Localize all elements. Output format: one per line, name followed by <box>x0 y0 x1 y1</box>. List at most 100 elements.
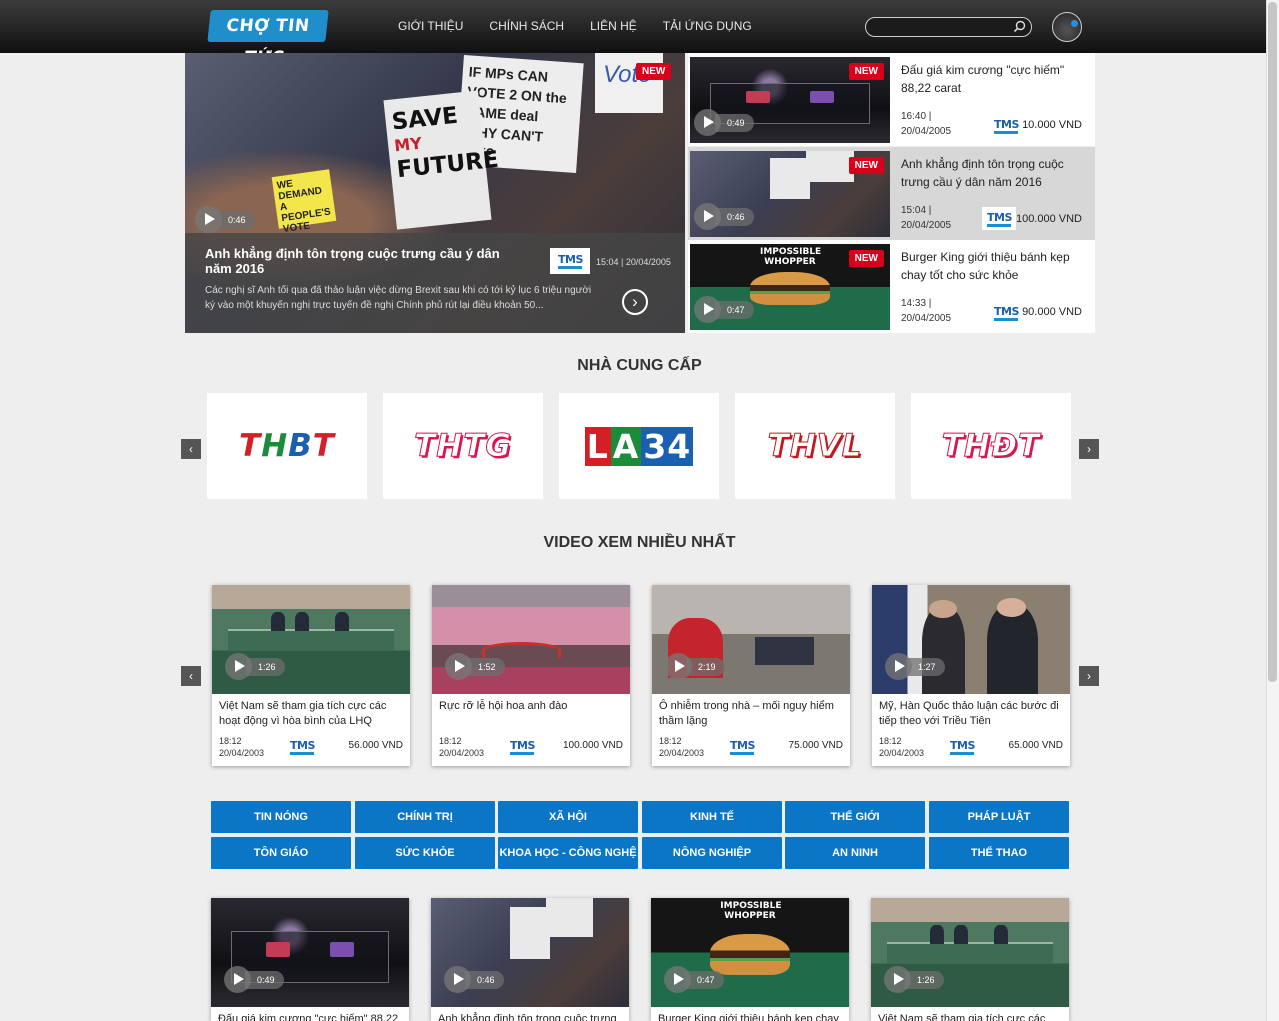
video-title: Việt Nam sẽ tham gia tích cực các hoạt đ… <box>219 700 387 727</box>
play-button[interactable]: 0:46 <box>195 206 255 233</box>
provider-logo-box: TMS <box>550 248 590 274</box>
video-thumbnail: NEW 0:46 <box>690 151 890 237</box>
news-price: 10.000 VND <box>1022 119 1082 131</box>
category-society[interactable]: XÃ HỘI <box>498 801 638 833</box>
provider-card-thbt[interactable]: THBT <box>207 393 367 499</box>
video-card[interactable]: IMPOSSIBLE WHOPPER 0:47 Burger King giới… <box>651 898 849 1021</box>
video-card[interactable]: 0:49 Đấu giá kim cương "cực hiếm" 88,22 … <box>211 898 409 1021</box>
category-sports[interactable]: THỂ THAO <box>929 837 1069 869</box>
hero-meta: 15:04 | 20/04/2005 <box>596 257 671 267</box>
category-politics[interactable]: CHÍNH TRỊ <box>355 801 495 833</box>
category-world[interactable]: THẾ GIỚI <box>785 801 925 833</box>
hero-featured-video[interactable]: WE DEMAND A PEOPLE'S VOTE IF MPs CAN VOT… <box>185 53 685 333</box>
play-icon <box>694 109 721 136</box>
video-thumbnail: 0:46 <box>431 898 629 1007</box>
video-card[interactable]: 1:52 Rực rỡ lễ hội hoa anh đào 18:12 20/0… <box>432 585 630 766</box>
play-button[interactable]: 1:52 <box>445 653 505 680</box>
category-security[interactable]: AN NINH <box>785 837 925 869</box>
video-card[interactable]: 0:46 Anh khẳng định tôn trọng cuộc trưng… <box>431 898 629 1021</box>
video-title: Anh khẳng định tôn trọng cuộc trưng cầu … <box>438 1013 617 1021</box>
play-button[interactable]: 0:46 <box>444 966 504 993</box>
search-input[interactable] <box>866 19 1006 37</box>
category-economy[interactable]: KINH TẾ <box>642 801 782 833</box>
side-news-item[interactable]: NEW 0:49 Đấu giá kim cương "cực hiếm" 88… <box>688 53 1095 146</box>
video-date: 18:12 20/04/2003 <box>219 736 265 758</box>
category-science-tech[interactable]: KHOA HỌC - CÔNG NGHỆ <box>498 837 638 869</box>
new-badge: NEW <box>848 63 884 80</box>
chevron-right-icon[interactable]: › <box>622 289 648 315</box>
user-avatar[interactable] <box>1052 12 1082 42</box>
category-law[interactable]: PHÁP LUẬT <box>929 801 1069 833</box>
play-button[interactable]: 1:26 <box>225 653 285 680</box>
video-card[interactable]: 1:26 Việt Nam sẽ tham gia tích cực các h… <box>212 585 410 766</box>
play-button[interactable]: 2:19 <box>665 653 725 680</box>
nav-download-app[interactable]: TẢI ỨNG DỤNG <box>650 0 765 53</box>
category-hot-news[interactable]: TIN NÓNG <box>211 801 351 833</box>
video-thumbnail: 1:26 <box>871 898 1069 1007</box>
video-card[interactable]: 1:27 Mỹ, Hàn Quốc thảo luận các bước đi … <box>872 585 1070 766</box>
video-card[interactable]: 1:26 Việt Nam sẽ tham gia tích cực các h… <box>871 898 1069 1021</box>
nav-about[interactable]: GIỚI THIỆU <box>385 0 476 53</box>
new-badge: NEW <box>848 157 884 174</box>
thumbnail-caption: IMPOSSIBLE WHOPPER <box>720 901 782 922</box>
play-button[interactable]: 0:49 <box>224 966 284 993</box>
thvl-logo: THVL <box>767 428 863 465</box>
tms-logo-icon: TMS <box>987 211 1012 227</box>
video-price: 65.000 VND <box>1008 740 1063 751</box>
category-agriculture[interactable]: NÔNG NGHIỆP <box>642 837 782 869</box>
provider-card-thdt[interactable]: THĐT <box>911 393 1071 499</box>
nav-contact[interactable]: LIÊN HỆ <box>577 0 650 53</box>
category-religion[interactable]: TÔN GIÁO <box>211 837 351 869</box>
video-price: 56.000 VND <box>348 740 403 751</box>
news-title: Đấu giá kim cương "cực hiếm" 88,22 carat <box>901 63 1065 95</box>
video-thumbnail: 1:27 <box>872 585 1070 694</box>
news-date: 14:33 | 20/04/2005 <box>901 298 952 324</box>
video-price: 100.000 VND <box>562 740 623 751</box>
tms-logo-icon: TMS <box>510 739 535 755</box>
play-icon <box>445 653 472 680</box>
video-date: 18:12 20/04/2003 <box>879 736 925 758</box>
side-news-item[interactable]: IMPOSSIBLE WHOPPER NEW 0:47 Burger King … <box>688 240 1095 333</box>
thtg-logo: THTG <box>414 428 512 465</box>
nav-policy[interactable]: CHÍNH SÁCH <box>476 0 577 53</box>
providers-next-button[interactable]: › <box>1079 439 1099 459</box>
video-thumbnail: IMPOSSIBLE WHOPPER 0:47 <box>651 898 849 1007</box>
providers-title: NHÀ CUNG CẤP <box>577 357 702 374</box>
play-icon <box>444 966 471 993</box>
la34-logo: L A 34 <box>584 426 694 466</box>
video-price: 75.000 VND <box>788 740 843 751</box>
video-thumbnail: 1:52 <box>432 585 630 694</box>
new-badge: NEW <box>848 250 884 267</box>
play-button[interactable]: 0:49 <box>694 109 754 136</box>
provider-card-la34[interactable]: L A 34 <box>559 393 719 499</box>
side-news-item[interactable]: NEW 0:46 Anh khẳng định tôn trọng cuộc t… <box>688 147 1095 240</box>
provider-card-thvl[interactable]: THVL <box>735 393 895 499</box>
play-button[interactable]: 0:47 <box>694 296 754 323</box>
most-viewed-next-button[interactable]: › <box>1079 666 1099 686</box>
thbt-logo: THBT <box>239 428 335 464</box>
play-icon <box>195 206 222 233</box>
play-button[interactable]: 1:27 <box>885 653 945 680</box>
play-button[interactable]: 0:46 <box>694 203 754 230</box>
play-button[interactable]: 0:47 <box>664 966 724 993</box>
search-icon[interactable] <box>1013 20 1026 38</box>
play-button[interactable]: 1:26 <box>884 966 944 993</box>
provider-card-thtg[interactable]: THTG <box>383 393 543 499</box>
video-title: Mỹ, Hàn Quốc thảo luận các bước đi tiếp … <box>879 700 1059 727</box>
scrollbar-thumb[interactable] <box>1268 2 1277 682</box>
hero-description: Các nghị sĩ Anh tối qua đã thảo luận việ… <box>205 285 592 311</box>
site-logo[interactable]: CHỢ TIN TỨC <box>207 10 329 68</box>
video-thumbnail: IMPOSSIBLE WHOPPER NEW 0:47 <box>690 244 890 330</box>
video-date: 18:12 20/04/2003 <box>439 736 485 758</box>
video-title: Việt Nam sẽ tham gia tích cực các hoạt đ… <box>878 1013 1046 1021</box>
most-viewed-prev-button[interactable]: ‹ <box>181 666 201 686</box>
video-card[interactable]: 2:19 Ô nhiễm trong nhà – mối nguy hiểm t… <box>652 585 850 766</box>
play-icon <box>664 966 691 993</box>
category-health[interactable]: SỨC KHỎE <box>355 837 495 869</box>
thumbnail-caption: IMPOSSIBLE WHOPPER <box>760 246 822 267</box>
providers-prev-button[interactable]: ‹ <box>181 439 201 459</box>
video-thumbnail: 0:49 <box>211 898 409 1007</box>
news-title: Anh khẳng định tôn trọng cuộc trưng cầu … <box>901 157 1064 189</box>
news-date: 15:04 | 20/04/2005 <box>901 205 952 231</box>
hero-title[interactable]: Anh khẳng định tôn trọng cuộc trưng cầu … <box>205 246 525 276</box>
